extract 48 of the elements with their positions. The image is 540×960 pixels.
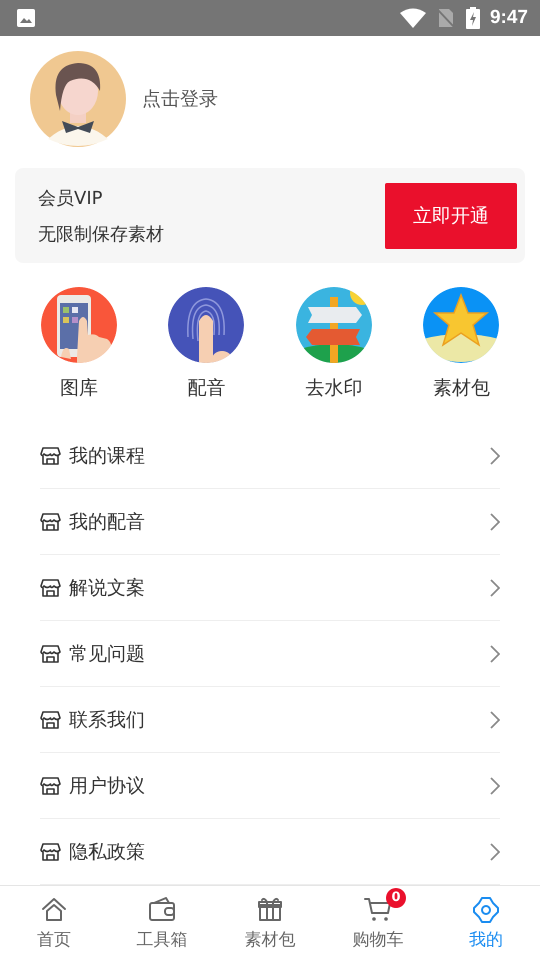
watermark-shortcut-icon[interactable] <box>296 287 372 363</box>
menu-item[interactable]: 隐私政策 <box>69 838 482 864</box>
shortcut-label[interactable]: 去水印 <box>305 375 362 401</box>
menu-item[interactable]: 联系我们 <box>69 706 482 732</box>
toolbox-tab[interactable]: 工具箱 <box>108 886 216 960</box>
cart-tab[interactable]: 0 购物车 <box>324 886 432 960</box>
vip-subtitle: 无限制保存素材 <box>38 222 165 246</box>
gallery-shortcut-icon[interactable] <box>40 287 117 363</box>
shop-icon <box>40 446 61 466</box>
chevron-right-icon <box>490 512 500 530</box>
dubbing-shortcut-icon[interactable] <box>168 287 244 363</box>
menu-item[interactable]: 解说文案 <box>69 574 482 600</box>
home-icon <box>40 896 68 924</box>
settings-icon <box>472 896 500 924</box>
gift-tab[interactable]: 素材包 <box>216 886 324 960</box>
materials-shortcut-icon[interactable] <box>423 287 500 363</box>
menu-item[interactable]: 我的课程 <box>69 442 482 468</box>
menu-item[interactable]: 我的配音 <box>69 508 482 534</box>
shortcut-label[interactable]: 配音 <box>187 375 226 401</box>
shop-icon <box>40 512 61 532</box>
activate-button[interactable]: 立即开通 <box>385 182 517 248</box>
chevron-right-icon <box>490 578 500 596</box>
cart-count-badge: 0 <box>386 888 406 908</box>
login-link[interactable]: 点击登录 <box>142 86 218 112</box>
cart-icon <box>364 896 392 924</box>
wifi-icon <box>400 8 426 28</box>
chevron-right-icon <box>490 776 500 794</box>
battery-icon <box>466 7 480 29</box>
image-icon <box>16 8 36 28</box>
shop-icon <box>40 644 61 664</box>
toolbox-icon <box>148 896 176 924</box>
gift-icon <box>256 896 284 924</box>
menu-item[interactable]: 用户协议 <box>69 772 482 798</box>
vip-title: 会员VIP <box>38 186 104 210</box>
status-time: 9:47 <box>490 7 528 29</box>
shortcut-label[interactable]: 图库 <box>60 375 98 401</box>
shop-icon <box>40 578 61 598</box>
shop-icon <box>40 842 61 862</box>
chevron-right-icon <box>490 644 500 662</box>
home-tab[interactable]: 首页 <box>0 886 108 960</box>
shop-icon <box>40 710 61 730</box>
menu-item[interactable]: 常见问题 <box>69 640 482 666</box>
chevron-right-icon <box>490 842 500 860</box>
shortcut-label[interactable]: 素材包 <box>432 375 490 401</box>
chevron-right-icon <box>490 446 500 464</box>
chevron-right-icon <box>490 710 500 728</box>
avatar[interactable] <box>30 51 126 147</box>
shop-icon <box>40 776 61 796</box>
